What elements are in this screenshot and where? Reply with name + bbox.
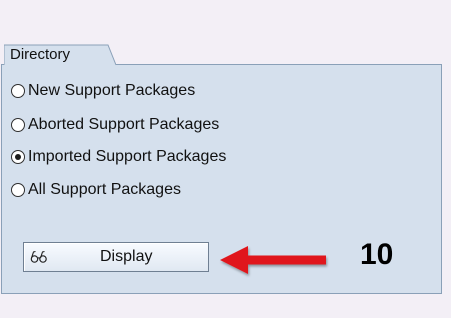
red-arrow-icon — [214, 242, 334, 283]
radio-button[interactable] — [11, 84, 25, 98]
radio-label: Imported Support Packages — [28, 148, 227, 165]
step-number-label: 10 — [360, 238, 394, 271]
radio-button-selected[interactable] — [11, 150, 25, 164]
directory-title: Directory — [10, 46, 71, 63]
display-button[interactable]: Display — [23, 242, 209, 272]
radio-label: Aborted Support Packages — [28, 116, 220, 133]
radio-button[interactable] — [11, 183, 25, 197]
radio-aborted-support-packages[interactable]: Aborted Support Packages — [11, 114, 219, 136]
radio-all-support-packages[interactable]: All Support Packages — [11, 179, 181, 201]
radio-label: New Support Packages — [28, 82, 196, 99]
radio-label: All Support Packages — [28, 181, 181, 198]
directory-tab: Directory — [4, 44, 116, 66]
radio-new-support-packages[interactable]: New Support Packages — [11, 80, 195, 102]
display-button-label: Display — [100, 248, 153, 265]
radio-imported-support-packages[interactable]: Imported Support Packages — [11, 146, 226, 168]
radio-button[interactable] — [11, 118, 25, 132]
glasses-icon — [30, 250, 48, 269]
